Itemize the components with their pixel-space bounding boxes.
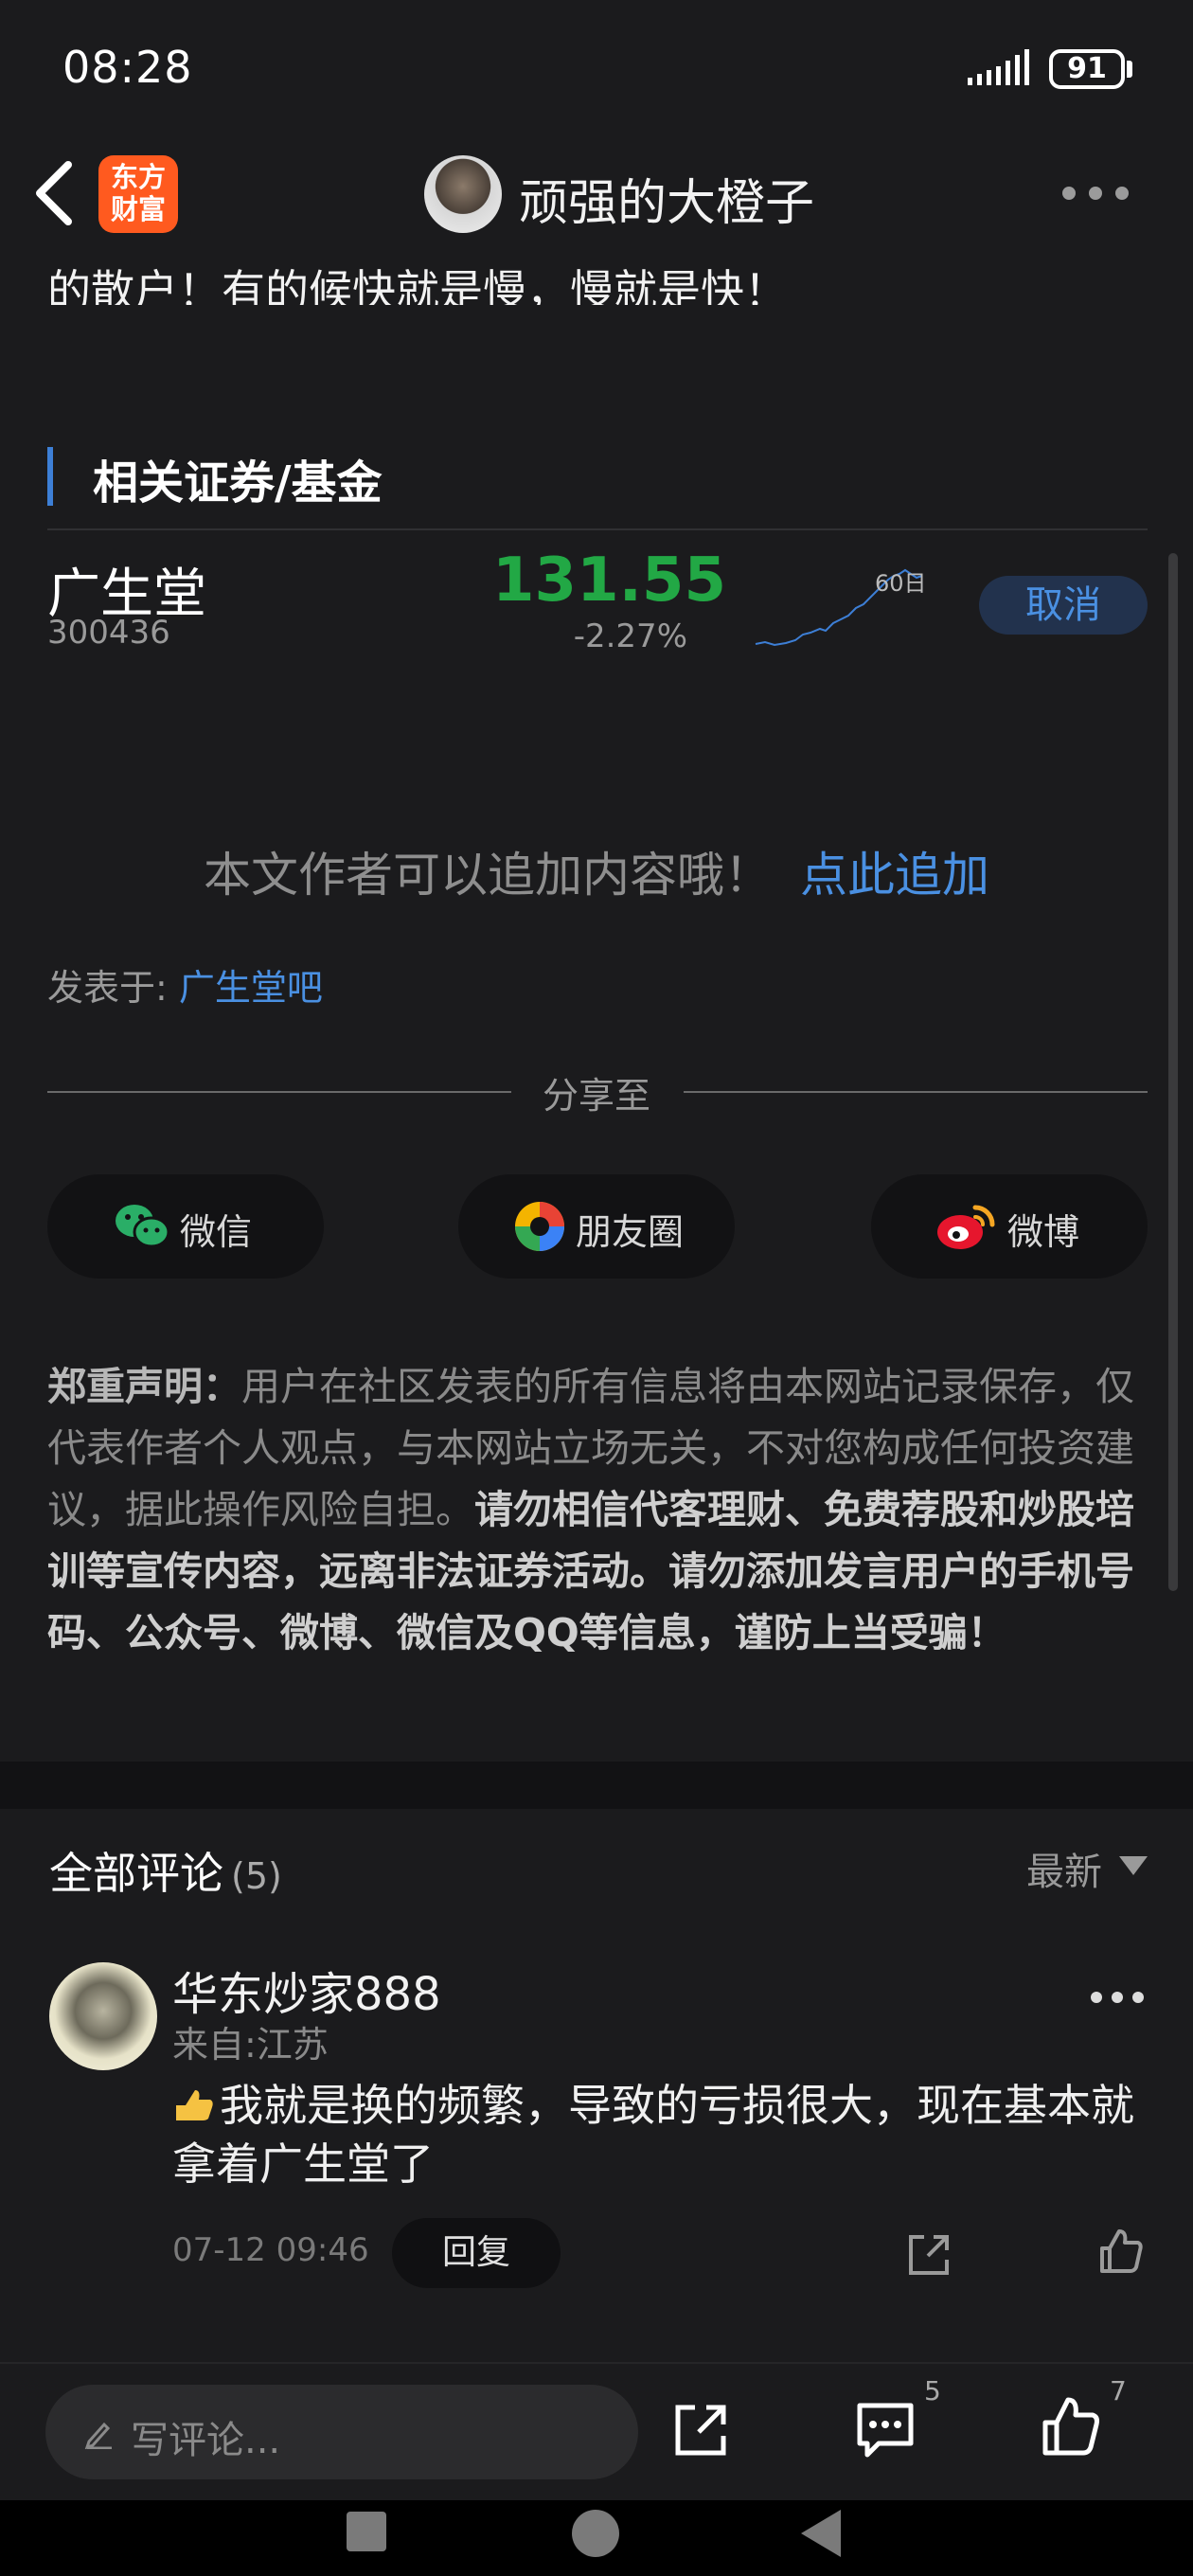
add-content-text: 本文作者可以追加内容哦！ <box>204 848 772 903</box>
commenter-avatar[interactable] <box>49 1962 157 2070</box>
thumbs-up-emoji-icon <box>176 2090 213 2120</box>
comments-count: (5) <box>231 1855 282 1897</box>
moments-icon <box>515 1202 564 1251</box>
share-weibo-label: 微博 <box>1007 1211 1080 1253</box>
comments-title: 全部评论 <box>49 1848 223 1899</box>
disclaimer-sep: ： <box>203 1364 241 1409</box>
battery-nub <box>1127 61 1132 78</box>
related-title: 相关证券/基金 <box>93 456 383 510</box>
stock-price: 131.55 <box>492 546 726 616</box>
comment-more-icon[interactable] <box>1091 1989 1144 2007</box>
posted-in-row: 发表于: 广生堂吧 <box>47 958 323 1011</box>
stock-change: -2.27% <box>573 617 687 655</box>
pencil-icon <box>84 2422 112 2449</box>
article-text-fragment: 的散户！有的候快就是慢，慢就是快！ <box>47 265 788 305</box>
caret-down-icon[interactable] <box>1119 1856 1148 1875</box>
like-icon[interactable] <box>1038 2394 1104 2460</box>
share-moments-button[interactable]: 朋友圈 <box>458 1174 735 1279</box>
section-accent-bar <box>47 447 53 506</box>
reply-button[interactable]: 回复 <box>392 2218 561 2288</box>
share-wechat-button[interactable]: 微信 <box>47 1174 324 1279</box>
comment-time: 07-12 09:46 <box>172 2231 369 2269</box>
posted-in-link[interactable]: 广生堂吧 <box>179 967 323 1009</box>
share-icon[interactable] <box>670 2400 731 2460</box>
weibo-icon <box>937 1205 995 1249</box>
status-time: 08:28 <box>62 42 193 93</box>
back-icon[interactable] <box>27 155 83 231</box>
commenter-location: 来自:江苏 <box>172 2024 329 2066</box>
author-avatar[interactable] <box>424 155 502 233</box>
system-back-button[interactable] <box>801 2510 841 2557</box>
share-icon[interactable] <box>905 2231 953 2279</box>
disclaimer: 郑重声明：用户在社区发表的所有信息将由本网站记录保存，仅代表作者个人观点，与本网… <box>47 1356 1149 1664</box>
disclaimer-head: 郑重声明 <box>47 1364 203 1409</box>
add-content-link[interactable]: 点此追加 <box>800 848 989 903</box>
like-icon[interactable] <box>1096 2227 1146 2277</box>
comment-count-badge: 5 <box>924 2375 941 2406</box>
share-title: 分享至 <box>542 1075 650 1117</box>
divider <box>47 528 1148 530</box>
share-weibo-button[interactable]: 微博 <box>871 1174 1148 1279</box>
write-comment-placeholder: 写评论... <box>131 2419 281 2462</box>
sort-dropdown[interactable]: 最新 <box>1026 1841 1102 1896</box>
comment-text: 我就是换的频繁，导致的亏损很大，现在基本就拿着广生堂了 <box>172 2076 1148 2193</box>
comment-body: 我就是换的频繁，导致的亏损很大，现在基本就拿着广生堂了 <box>172 2080 1134 2190</box>
share-wechat-label: 微信 <box>180 1211 253 1253</box>
commenter-name[interactable]: 华东炒家888 <box>172 1957 441 2023</box>
posted-in-label: 发表于: <box>47 967 179 1009</box>
recents-button[interactable] <box>347 2512 386 2551</box>
stock-code: 300436 <box>47 614 170 652</box>
home-button[interactable] <box>572 2510 619 2557</box>
signal-icon <box>968 49 1029 85</box>
battery-icon: 91 <box>1049 49 1125 89</box>
share-moments-label: 朋友圈 <box>576 1211 685 1253</box>
like-count-badge: 7 <box>1110 2375 1127 2406</box>
app-logo[interactable]: 东方财富 <box>98 155 178 233</box>
cancel-button[interactable]: 取消 <box>979 576 1148 635</box>
author-name[interactable]: 顽强的大橙子 <box>519 163 814 234</box>
comments-header: 全部评论 (5) <box>49 1839 282 1902</box>
write-comment-input[interactable]: 写评论... <box>45 2385 638 2479</box>
comment-icon[interactable] <box>854 2400 917 2460</box>
sparkline-label: 60日 <box>875 570 927 597</box>
more-icon[interactable] <box>1062 186 1142 204</box>
wechat-icon <box>116 1205 170 1248</box>
section-separator <box>0 1762 1193 1809</box>
add-content-row: 本文作者可以追加内容哦！ 点此追加 <box>0 837 1193 905</box>
